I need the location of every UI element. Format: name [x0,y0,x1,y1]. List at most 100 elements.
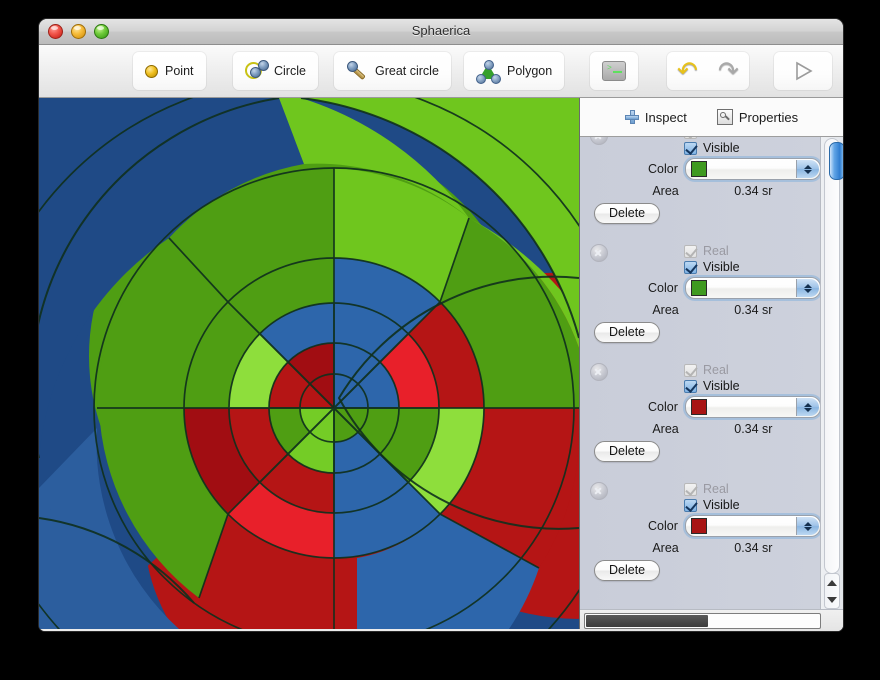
real-checkbox[interactable] [684,482,697,496]
color-stepper[interactable] [796,160,819,178]
visible-row: Visible [580,260,821,274]
area-row: Area 0.34 sr [580,422,821,436]
real-label: Real [703,244,729,258]
color-row: Color [580,277,821,299]
delete-button[interactable]: Delete [594,322,661,343]
real-label: Real [703,137,729,139]
panel-tab-bar: Inspect Properties [580,98,843,137]
horizontal-scroll-track[interactable] [584,613,821,629]
object-list-viewport[interactable]: Real Visible Color [580,137,821,610]
object-entry: Real Visible Color [580,236,821,355]
tool-point[interactable]: Point [133,52,206,90]
tool-great-circle-label: Great circle [375,64,439,78]
color-combo[interactable] [684,277,821,299]
vertical-scrollbar[interactable] [820,137,843,610]
point-icon [145,64,158,78]
polygon-icon [476,60,501,84]
horizontal-scrollbar[interactable] [580,609,843,631]
color-combo[interactable] [684,158,821,180]
tool-great-circle-group: Great circle [334,52,451,90]
tool-circle-group: Circle [233,52,318,90]
visible-checkbox[interactable] [684,498,697,512]
visible-checkbox[interactable] [684,379,697,393]
undo-arrow-icon: ↶ [677,57,698,85]
color-combo[interactable] [684,396,821,418]
area-label: Area [652,422,679,436]
area-label: Area [652,184,679,198]
real-checkbox[interactable] [684,363,697,377]
color-label: Color [648,162,678,176]
delete-row: Delete [580,560,821,581]
horizontal-scroll-thumb[interactable] [586,615,708,627]
inspector-panel: Inspect Properties Visible Color Area 0.… [580,98,843,631]
visible-checkbox[interactable] [684,141,697,155]
tool-polygon-label: Polygon [507,64,553,78]
area-value: 0.34 sr [734,303,773,317]
tab-inspect-label: Inspect [644,109,687,125]
tab-properties[interactable]: Properties [716,109,798,125]
color-swatch [690,161,707,177]
tool-circle[interactable]: Circle [233,52,318,90]
object-entry: Real Visible Color [580,137,821,236]
entry-remove-icon[interactable] [590,363,608,381]
undo-button[interactable]: ↶ [675,52,701,90]
area-row: Area 0.34 sr [580,184,821,198]
delete-row: Delete [580,441,821,462]
visible-checkbox[interactable] [684,260,697,274]
color-label: Color [648,400,678,414]
console-button[interactable] [602,52,626,90]
vertical-scroll-track[interactable] [824,138,843,574]
color-row: Color [580,396,821,418]
color-row: Color [580,158,821,180]
delete-button[interactable]: Delete [594,441,661,462]
tool-point-group: Point [133,52,206,90]
delete-button[interactable]: Delete [594,560,661,581]
history-group: ↶ ↷ [667,52,749,90]
tool-polygon-group: Polygon [464,52,565,90]
vertical-scroll-arrows[interactable] [824,573,840,609]
color-combo[interactable] [684,515,821,537]
scroll-up-arrow-icon[interactable] [827,579,837,586]
object-list: Real Visible Color [580,137,821,593]
area-row: Area 0.34 sr [580,303,821,317]
area-label: Area [652,303,679,317]
real-label: Real [703,482,729,496]
tool-point-label: Point [165,64,194,78]
color-stepper[interactable] [796,398,819,416]
properties-icon [716,109,733,125]
circle-icon [245,60,269,82]
play-group [774,52,832,90]
vertical-scroll-thumb[interactable] [829,142,843,180]
terminal-icon [602,61,626,81]
console-group [590,52,638,90]
entry-remove-icon[interactable] [590,244,608,262]
visible-label: Visible [703,141,740,155]
visible-row: Visible [580,498,821,512]
tool-great-circle[interactable]: Great circle [334,52,451,90]
real-checkbox[interactable] [684,244,697,258]
delete-row: Delete [580,203,821,224]
tool-circle-label: Circle [274,64,306,78]
play-button[interactable] [792,52,814,90]
color-swatch [690,518,707,534]
window-titlebar[interactable]: Sphaerica [39,19,843,45]
window-content: Inspect Properties Visible Color Area 0.… [39,98,843,631]
delete-button[interactable]: Delete [594,203,661,224]
redo-button[interactable]: ↷ [716,52,742,90]
sphere-canvas[interactable] [39,98,580,629]
real-checkbox[interactable] [684,137,697,139]
tab-inspect[interactable]: Inspect [624,109,687,125]
tool-polygon[interactable]: Polygon [464,52,564,90]
visible-label: Visible [703,498,740,512]
object-entry: Real Visible Color [580,474,821,593]
scroll-down-arrow-icon[interactable] [827,596,837,603]
color-label: Color [648,519,678,533]
color-stepper[interactable] [796,279,819,297]
entry-remove-icon[interactable] [590,482,608,500]
screen-root: Sphaerica Point Circle Great circle Poly… [0,0,880,680]
visible-label: Visible [703,379,740,393]
area-value: 0.34 sr [734,422,773,436]
object-entry: Real Visible Color [580,355,821,474]
visible-row: Visible [580,379,821,393]
color-stepper[interactable] [796,517,819,535]
